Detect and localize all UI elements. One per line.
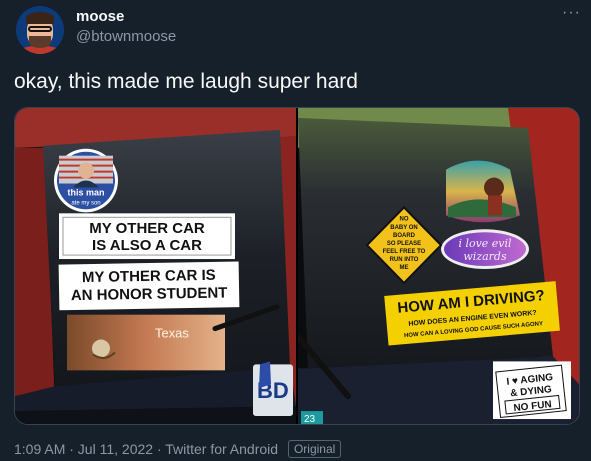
avatar-beard — [29, 36, 51, 48]
diamond-line-5: FEEL FREE TO — [383, 249, 426, 255]
sticker-2-line-1: MY OTHER CAR IS — [82, 267, 216, 286]
round-sticker-line-2: ate my son — [71, 200, 100, 206]
avatar[interactable] — [16, 6, 64, 54]
diamond-line-3: BOARD — [393, 233, 416, 239]
diamond-line-2: BABY ON — [390, 225, 418, 231]
tweet-text: okay, this made me laugh super hard — [14, 70, 358, 93]
author-handle[interactable]: @btownmoose — [76, 28, 176, 45]
author-name[interactable]: moose — [76, 8, 124, 25]
diamond-line-6: RUN INTO — [390, 257, 419, 263]
sticker-3-text: Texas — [155, 326, 189, 341]
more-horizontal-icon[interactable]: ··· — [562, 4, 581, 22]
round-sticker-line-1: this man — [67, 187, 104, 197]
sticker-1-line-1: MY OTHER CAR — [89, 220, 205, 237]
photo-left[interactable]: BD this man ate my son MY OTHER CAR IS A… — [15, 108, 296, 424]
tweet-meta: 1:09 AM · Jul 11, 2022 · Twitter for And… — [14, 440, 342, 458]
diamond-line-1: NO — [400, 216, 409, 222]
avatar-hair — [26, 12, 54, 24]
oval-line-2: wizards — [463, 250, 507, 263]
timestamp[interactable]: 1:09 AM · Jul 11, 2022 · Twitter for And… — [14, 441, 278, 457]
sticker-1-line-2: IS ALSO A CAR — [92, 237, 202, 254]
avatar-glasses — [28, 26, 52, 32]
original-badge: Original — [287, 440, 342, 458]
right-plate-text: 23 — [304, 414, 316, 424]
diamond-line-7: ME — [400, 265, 409, 271]
oval-line-1: i love evil — [458, 237, 512, 250]
diamond-line-4: SO PLEASE — [387, 241, 421, 247]
sticker-2-line-2: AN HONOR STUDENT — [71, 284, 228, 304]
photo-right[interactable]: 23 i love evil wizards NO BABY ON BOARD … — [298, 108, 580, 424]
tweet-media[interactable]: BD this man ate my son MY OTHER CAR IS A… — [14, 107, 580, 425]
